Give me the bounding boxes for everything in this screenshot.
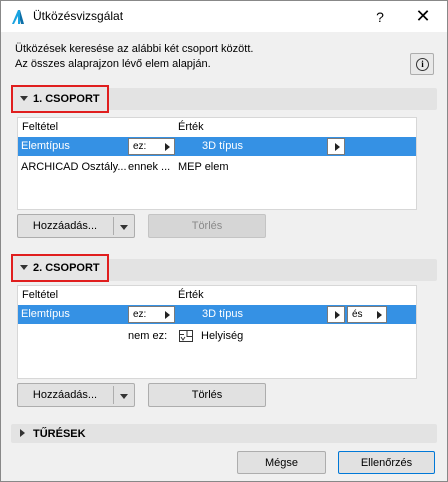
- split-divider: [113, 217, 114, 235]
- operator-dropdown[interactable]: ez:: [128, 306, 175, 323]
- operator-value: ez:: [133, 141, 147, 152]
- table-row[interactable]: Elemtípus ez: 3D típus: [18, 137, 416, 156]
- group1-delete-button[interactable]: Törlés: [148, 214, 266, 238]
- column-header-condition: Feltétel: [22, 121, 59, 133]
- delete-button-label: Törlés: [191, 389, 223, 401]
- column-header-value: Érték: [178, 289, 204, 301]
- value-dropdown[interactable]: [327, 306, 345, 323]
- group2-section-header[interactable]: 2. CSOPORT: [11, 254, 437, 282]
- column-header-condition: Feltétel: [22, 289, 59, 301]
- collapse-triangle-icon: [20, 265, 28, 270]
- description-line-2: Az összes alaprajzon lévő elem alapján.: [15, 58, 211, 70]
- cancel-button[interactable]: Mégse: [237, 451, 326, 474]
- group2-delete-button[interactable]: Törlés: [148, 383, 266, 407]
- condition-cell: Elemtípus: [21, 140, 70, 152]
- value-dropdown[interactable]: [327, 138, 345, 155]
- description-line-1: Ütközések keresése az alábbi két csoport…: [15, 43, 254, 55]
- add-button-label: Hozzáadás...: [32, 389, 98, 401]
- group1-title-highlight[interactable]: 1. CSOPORT: [11, 85, 109, 113]
- logic-dropdown[interactable]: és: [347, 306, 387, 323]
- tolerances-title: TŰRÉSEK: [33, 428, 86, 440]
- dropdown-arrow-icon: [335, 143, 340, 151]
- tolerances-section-header[interactable]: TŰRÉSEK: [11, 424, 437, 443]
- info-icon: i: [416, 58, 429, 71]
- operator-dropdown[interactable]: ez:: [128, 138, 175, 155]
- collision-detection-dialog: Ütközésvizsgálat ? ✕ Ütközések keresése …: [0, 0, 448, 482]
- add-button-label: Hozzáadás...: [32, 220, 98, 232]
- check-button[interactable]: Ellenőrzés: [338, 451, 435, 474]
- title-bar: Ütközésvizsgálat ? ✕: [1, 1, 447, 32]
- logic-value: és: [352, 309, 363, 320]
- chevron-down-icon[interactable]: [120, 394, 128, 399]
- operator-cell: nem ez:: [128, 330, 168, 342]
- group2-criteria-table[interactable]: Feltétel Érték Elemtípus ez: 3D típus és…: [17, 285, 417, 379]
- dropdown-arrow-icon: [335, 311, 340, 319]
- operator-cell: ennek ...: [128, 161, 171, 173]
- close-button[interactable]: ✕: [411, 5, 435, 27]
- dropdown-arrow-icon: [165, 311, 170, 319]
- condition-cell: ARCHICAD Osztály...: [21, 161, 127, 173]
- group1-add-split-button[interactable]: Hozzáadás...: [17, 214, 135, 238]
- archicad-app-icon: [12, 10, 24, 24]
- condition-cell: Elemtípus: [21, 308, 70, 320]
- cancel-button-label: Mégse: [264, 457, 299, 469]
- help-button[interactable]: ?: [369, 7, 391, 27]
- table-row[interactable]: Elemtípus ez: 3D típus és: [18, 305, 416, 324]
- dropdown-arrow-icon: [165, 143, 170, 151]
- group1-criteria-table[interactable]: Feltétel Érték Elemtípus ez: 3D típus AR…: [17, 117, 417, 210]
- info-button[interactable]: i: [410, 53, 434, 75]
- room-zone-icon: [179, 330, 193, 342]
- group1-title: 1. CSOPORT: [33, 93, 100, 105]
- value-cell: MEP elem: [178, 161, 229, 173]
- table-row[interactable]: ARCHICAD Osztály... ennek ... MEP elem: [18, 158, 416, 177]
- split-divider: [113, 386, 114, 404]
- expand-triangle-icon: [20, 429, 25, 437]
- table-row[interactable]: nem ez: Helyiség: [18, 327, 416, 346]
- chevron-down-icon[interactable]: [120, 225, 128, 230]
- group2-add-split-button[interactable]: Hozzáadás...: [17, 383, 135, 407]
- dropdown-arrow-icon: [377, 311, 382, 319]
- collapse-triangle-icon: [20, 96, 28, 101]
- operator-value: ez:: [133, 309, 147, 320]
- value-cell: Helyiség: [201, 330, 244, 342]
- check-button-label: Ellenőrzés: [360, 457, 413, 469]
- window-title: Ütközésvizsgálat: [33, 9, 124, 23]
- column-header-value: Érték: [178, 121, 204, 133]
- group1-section-header[interactable]: 1. CSOPORT: [11, 85, 437, 113]
- value-cell: 3D típus: [202, 140, 243, 152]
- delete-button-label: Törlés: [191, 220, 223, 232]
- group2-title-highlight[interactable]: 2. CSOPORT: [11, 254, 109, 282]
- group2-title: 2. CSOPORT: [33, 262, 100, 274]
- description-text: Ütközések keresése az alábbi két csoport…: [15, 42, 253, 72]
- value-cell: 3D típus: [202, 308, 243, 320]
